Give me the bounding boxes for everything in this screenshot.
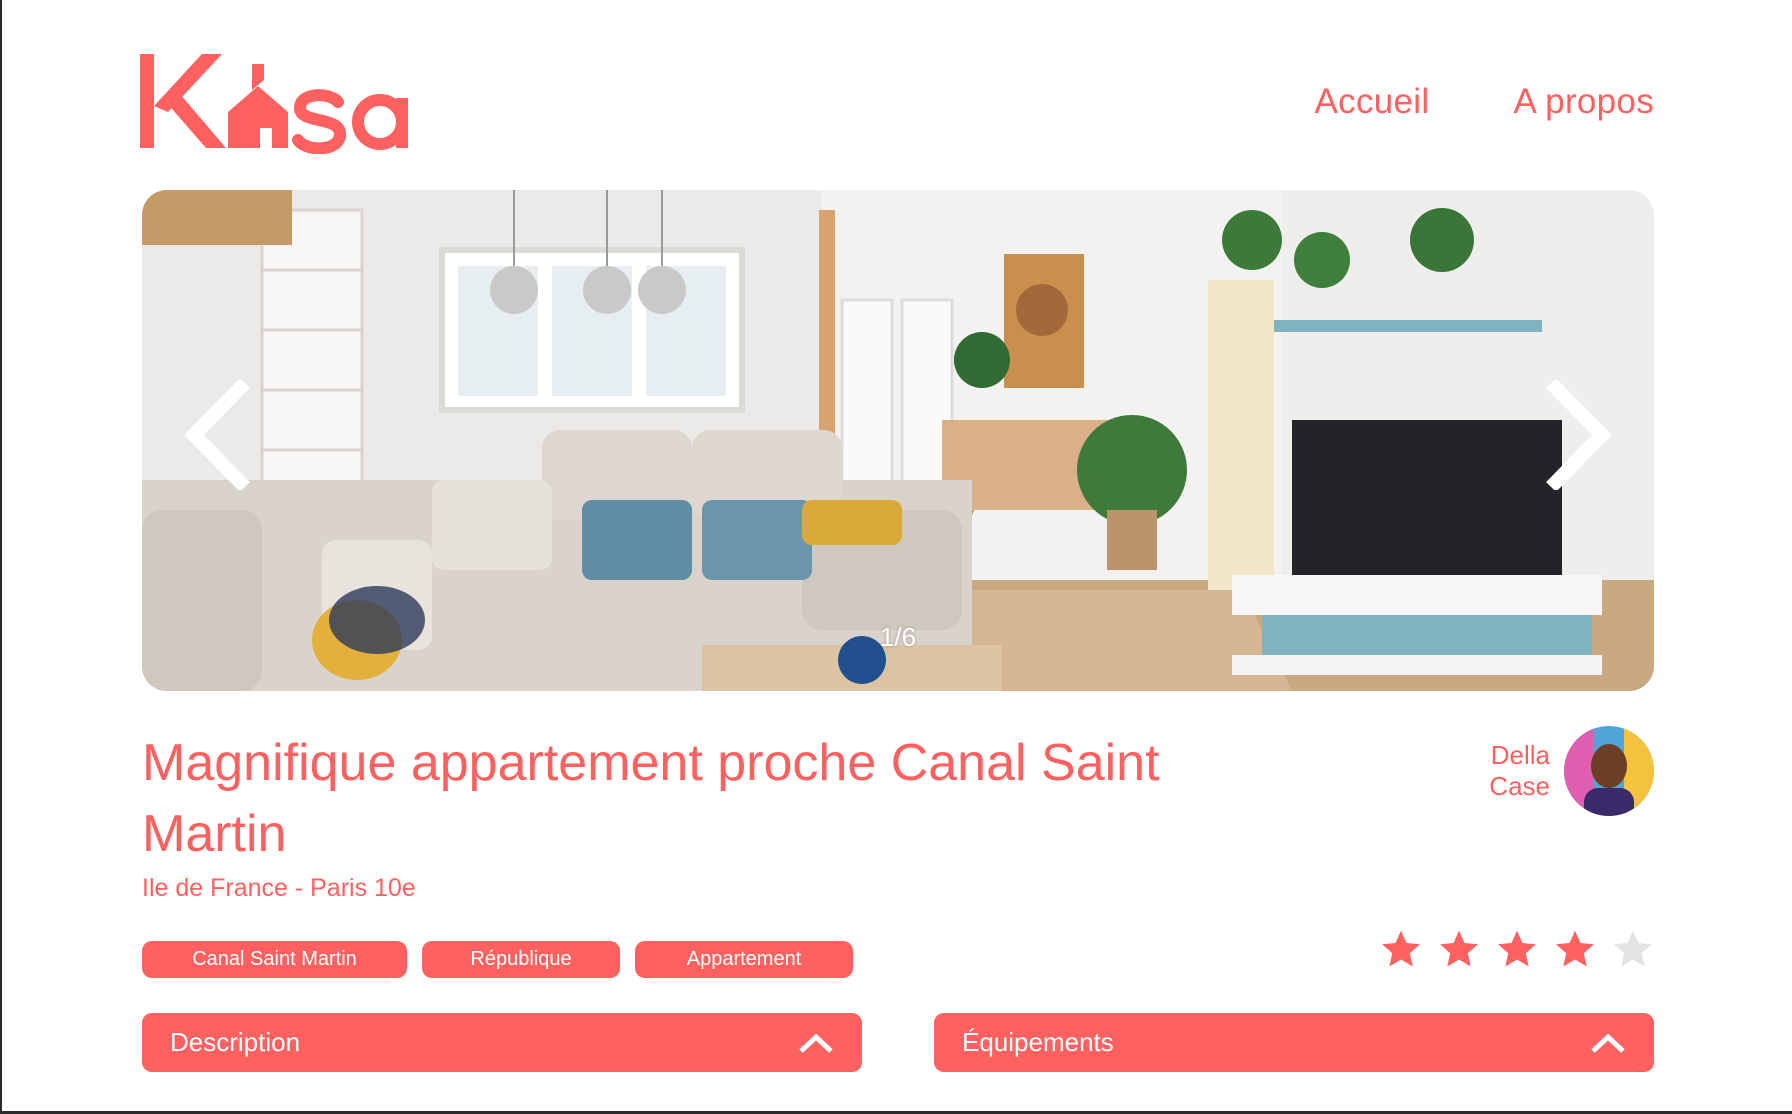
chevron-up-icon: [799, 1033, 833, 1053]
main-nav: Accueil A propos: [1315, 82, 1655, 122]
chevron-up-icon: [1591, 1033, 1625, 1053]
star-filled-icon: [1498, 930, 1536, 967]
photo-carousel: 1/6: [142, 190, 1654, 691]
tag-list: Canal Saint Martin République Appartemen…: [142, 941, 853, 978]
host-first-name: Della: [1490, 740, 1550, 770]
chevron-left-icon: [184, 380, 250, 490]
window-frame-left: [0, 0, 2, 1114]
host-info: Della Case: [1489, 726, 1654, 816]
listing-location: Ile de France - Paris 10e: [142, 874, 416, 902]
star-filled-icon: [1440, 930, 1478, 967]
host-last-name: Case: [1489, 771, 1550, 801]
carousel-next-button[interactable]: [1534, 370, 1624, 500]
tag-appartement: Appartement: [635, 941, 853, 978]
host-avatar-picture: [1564, 726, 1654, 816]
carousel-prev-button[interactable]: [172, 370, 262, 500]
chevron-right-icon: [1546, 380, 1612, 490]
star-filled-icon: [1382, 930, 1420, 967]
host-name: Della Case: [1489, 740, 1550, 802]
star-filled-icon: [1556, 930, 1594, 967]
kasa-logo-graphic: [140, 54, 408, 154]
nav-link-a-propos[interactable]: A propos: [1513, 82, 1654, 122]
description-collapse[interactable]: Description: [142, 1013, 862, 1072]
listing-title: Magnifique appartement proche Canal Sain…: [142, 734, 1160, 863]
apartment-photo: [142, 190, 1654, 691]
tag-canal-saint-martin: Canal Saint Martin: [142, 941, 407, 978]
description-title: Description: [170, 1027, 301, 1057]
tag-republique: République: [422, 941, 620, 978]
rating: [1380, 928, 1654, 970]
star-empty-icon: [1614, 930, 1652, 967]
host-avatar: [1564, 726, 1654, 816]
carousel-counter: 1/6: [879, 622, 917, 652]
nav-link-accueil[interactable]: Accueil: [1315, 82, 1430, 122]
equipments-title: Équipements: [962, 1027, 1114, 1057]
kasa-logo[interactable]: [140, 54, 440, 154]
equipments-collapse[interactable]: Équipements: [934, 1013, 1654, 1072]
house-icon: [228, 64, 288, 148]
